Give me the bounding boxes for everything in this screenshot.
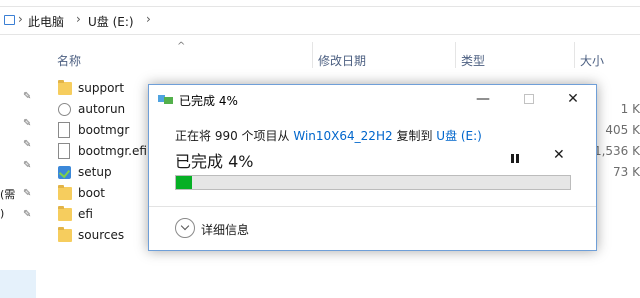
pause-icon: [516, 154, 519, 163]
dialog-title: 已完成 4%: [179, 94, 238, 108]
address-bar[interactable]: › 此电脑 › U盘 (E:) ›: [0, 7, 640, 35]
cancel-copy-button[interactable]: ✕: [553, 147, 565, 163]
breadcrumb-chevron-icon[interactable]: ›: [18, 12, 23, 26]
nav-item-fragment[interactable]: ): [0, 207, 4, 220]
file-name: bootmgr.efi: [78, 144, 147, 158]
file-size: 1 K: [620, 102, 640, 116]
navigation-pane[interactable]: ✎ ✎ ✎ ✎ ✎ ✎ (需 ): [0, 36, 36, 298]
dialog-divider: [149, 206, 596, 207]
file-size: 73 K: [613, 165, 640, 179]
progress-bar-fill: [176, 176, 192, 189]
column-name[interactable]: 名称: [57, 52, 81, 69]
destination-link[interactable]: U盘 (E:): [436, 129, 482, 143]
file-name: support: [78, 81, 125, 95]
pause-button[interactable]: [507, 151, 523, 167]
nav-selected-item[interactable]: [0, 270, 36, 298]
maximize-icon: [524, 94, 534, 104]
column-type[interactable]: 类型: [461, 52, 485, 69]
column-modified[interactable]: 修改日期: [318, 52, 366, 69]
folder-icon: [58, 80, 72, 95]
file-size: 405 K: [605, 123, 640, 137]
minimize-button[interactable]: —: [460, 85, 506, 115]
file-name: efi: [78, 207, 93, 221]
progress-bar: [175, 175, 571, 190]
copy-icon: [158, 93, 174, 105]
file-name: sources: [78, 228, 125, 242]
details-toggle[interactable]: 详细信息: [201, 221, 249, 238]
file-icon: [58, 143, 70, 159]
setup-icon: [58, 166, 71, 179]
breadcrumb-chevron-icon[interactable]: ›: [146, 12, 151, 26]
column-divider[interactable]: [312, 42, 313, 68]
pause-icon: [511, 154, 514, 163]
settings-file-icon: [58, 103, 71, 116]
file-name: bootmgr: [78, 123, 130, 137]
sort-ascending-icon: ^: [177, 41, 186, 52]
column-divider[interactable]: [455, 42, 456, 68]
this-pc-icon: [4, 15, 15, 25]
maximize-button: [506, 85, 552, 115]
column-header: 名称 修改日期 类型 大小: [40, 42, 640, 68]
folder-icon: [58, 185, 72, 200]
file-name: setup: [78, 165, 112, 179]
dialog-titlebar[interactable]: 已完成 4% — ✕: [149, 85, 596, 115]
folder-icon: [58, 227, 72, 242]
close-button[interactable]: ✕: [550, 85, 596, 115]
column-size[interactable]: 大小: [580, 52, 604, 69]
breadcrumb-drive[interactable]: U盘 (E:): [88, 13, 134, 30]
file-name: autorun: [78, 102, 126, 116]
copy-progress-dialog: 已完成 4% — ✕ 正在将 990 个项目从 Win10X64_22H2 复制…: [148, 84, 597, 251]
copy-status-line: 正在将 990 个项目从 Win10X64_22H2 复制到 U盘 (E:): [175, 127, 482, 144]
pin-icon: ✎: [23, 139, 32, 150]
percent-complete-text: 已完成 4%: [175, 152, 254, 171]
pin-icon: ✎: [23, 209, 32, 220]
pin-icon: ✎: [23, 118, 32, 129]
copy-mid: 复制到: [396, 129, 433, 143]
column-divider[interactable]: [574, 42, 575, 68]
pin-icon: ✎: [23, 188, 32, 199]
chevron-down-icon[interactable]: [175, 218, 195, 238]
file-size: 1,536 K: [593, 144, 640, 158]
file-name: boot: [78, 186, 106, 200]
nav-item-fragment[interactable]: (需: [0, 186, 15, 202]
copy-prefix: 正在将 990 个项目从: [175, 129, 290, 143]
window-top-strip: [0, 0, 640, 7]
source-link[interactable]: Win10X64_22H2: [293, 129, 392, 143]
folder-icon: [58, 206, 72, 221]
pin-icon: ✎: [23, 160, 32, 171]
breadcrumb-this-pc[interactable]: 此电脑: [28, 13, 64, 30]
pin-icon: ✎: [23, 91, 32, 102]
breadcrumb-chevron-icon[interactable]: ›: [76, 12, 81, 26]
file-icon: [58, 122, 70, 138]
